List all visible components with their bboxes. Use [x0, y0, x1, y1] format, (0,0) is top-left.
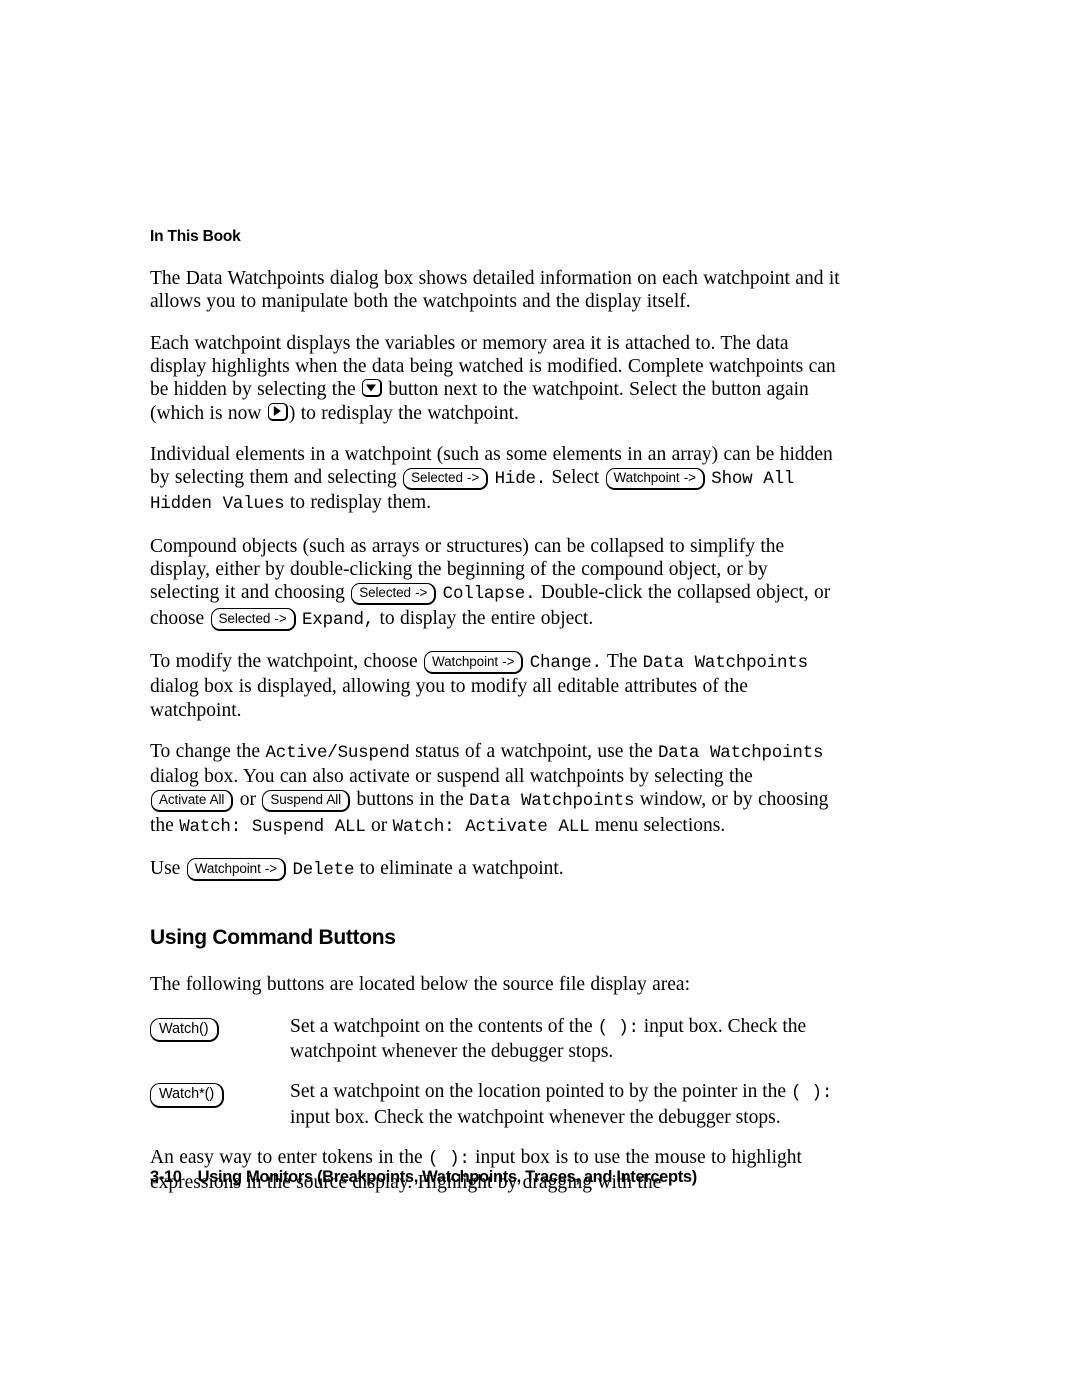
code-delete: Delete	[292, 859, 355, 880]
triangle-down-icon-button[interactable]	[361, 379, 382, 398]
paragraph-text-segment: Use	[150, 857, 181, 879]
command-button-description: Set a watchpoint on the location pointed…	[290, 1080, 840, 1129]
paragraph-text-segment: to eliminate a watchpoint.	[359, 857, 564, 879]
page-content: In This Book The Data Watchpoints dialog…	[150, 228, 840, 1212]
code-active-suspend: Active/Suspend	[265, 742, 410, 763]
suspend-all-button[interactable]: Suspend All	[262, 789, 351, 813]
paragraph-hide-elements: Individual elements in a watchpoint (suc…	[150, 443, 840, 517]
paragraph-text-segment: An easy way to enter tokens in the	[150, 1146, 423, 1168]
paragraph-compound-objects: Compound objects (such as arrays or stru…	[150, 535, 840, 632]
document-page: In This Book The Data Watchpoints dialog…	[0, 0, 1080, 1397]
code-paren-colon: ( ):	[790, 1083, 833, 1104]
paragraph-text-segment: ) to redisplay the watchpoint.	[288, 402, 519, 424]
command-button-description: Set a watchpoint on the contents of the …	[290, 1015, 840, 1064]
code-hide: Hide.	[494, 469, 547, 490]
paragraph-intro: The Data Watchpoints dialog box shows de…	[150, 268, 840, 313]
paragraph-text-segment: menu selections.	[594, 814, 726, 836]
paragraph-text-segment: or	[371, 814, 388, 836]
watch-pointer-button[interactable]: Watch*()	[150, 1083, 225, 1108]
paragraph-text-segment: The	[606, 650, 638, 672]
code-data-watchpoints: Data Watchpoints	[468, 791, 635, 812]
code-paren-colon: ( ):	[428, 1148, 470, 1169]
page-number: 3-10	[150, 1168, 182, 1186]
activate-all-button[interactable]: Activate All	[151, 789, 234, 813]
description-text-segment: Set a watchpoint on the contents of the	[290, 1015, 593, 1037]
paragraph-text-segment: to display the entire object.	[379, 607, 594, 629]
paragraph-active-suspend: To change the Active/Suspend status of a…	[150, 740, 840, 839]
heading-using-command-buttons: Using Command Buttons	[150, 926, 396, 950]
code-paren-colon: ( ):	[597, 1017, 639, 1038]
paragraph-delete-watchpoint: Use Watchpoint -> Delete to eliminate a …	[150, 857, 840, 882]
watchpoint-menu-button[interactable]: Watchpoint ->	[605, 467, 705, 491]
code-change: Change.	[529, 652, 602, 673]
code-data-watchpoints: Data Watchpoints	[657, 742, 824, 763]
watch-button[interactable]: Watch()	[150, 1017, 219, 1043]
selected-menu-button[interactable]: Selected ->	[403, 467, 489, 491]
list-item: Watch*() Set a watchpoint on the locatio…	[150, 1080, 840, 1129]
paragraph-text-segment: To modify the watchpoint, choose	[150, 650, 418, 672]
description-text-segment: Set a watchpoint on the location pointed…	[290, 1081, 787, 1103]
code-collapse: Collapse.	[442, 584, 536, 605]
page-footer: 3-10 Using Monitors (Breakpoints, Watchpo…	[150, 1168, 910, 1187]
paragraph-watchpoint-display: Each watchpoint displays the variables o…	[150, 332, 840, 425]
selected-menu-button[interactable]: Selected ->	[351, 582, 437, 606]
triangle-down-icon	[366, 384, 377, 392]
paragraph-text-segment: To change the	[150, 740, 261, 762]
triangle-right-icon-button[interactable]	[267, 402, 288, 421]
triangle-right-icon	[274, 406, 282, 417]
watchpoint-menu-button[interactable]: Watchpoint ->	[186, 858, 287, 881]
paragraph-text-segment: to redisplay them.	[289, 492, 432, 514]
command-button-term: Watch()	[150, 1015, 290, 1043]
command-button-term: Watch*()	[150, 1080, 290, 1108]
selected-menu-button[interactable]: Selected ->	[210, 608, 296, 631]
description-text-segment: input box. Check the watchpoint whenever…	[290, 1106, 781, 1128]
paragraph-text-segment: status of a watchpoint, use the	[415, 740, 653, 762]
paragraph-following-buttons: The following buttons are located below …	[150, 974, 690, 996]
code-data-watchpoints: Data Watchpoints	[642, 652, 809, 673]
watchpoint-menu-button[interactable]: Watchpoint ->	[424, 651, 524, 674]
paragraph-text-segment: dialog box is displayed, allowing you to…	[150, 676, 748, 721]
footer-title: Using Monitors (Breakpoints, Watchpoints…	[197, 1168, 698, 1186]
code-watch-suspend-all: Watch: Suspend ALL	[179, 816, 366, 837]
code-expand: Expand,	[301, 609, 375, 630]
paragraph-modify-watchpoint: To modify the watchpoint, choose Watchpo…	[150, 650, 840, 722]
paragraph-text-segment: buttons in the	[356, 789, 464, 811]
code-watch-activate-all: Watch: Activate ALL	[392, 816, 590, 837]
paragraph-text-segment: dialog box. You can also activate or sus…	[150, 766, 753, 788]
paragraph-text-segment: Select	[551, 467, 600, 489]
heading-in-this-book: In This Book	[150, 228, 241, 245]
list-item: Watch() Set a watchpoint on the contents…	[150, 1015, 840, 1064]
paragraph-text-segment: or	[239, 789, 256, 811]
command-buttons-list: Watch() Set a watchpoint on the contents…	[150, 1015, 840, 1129]
